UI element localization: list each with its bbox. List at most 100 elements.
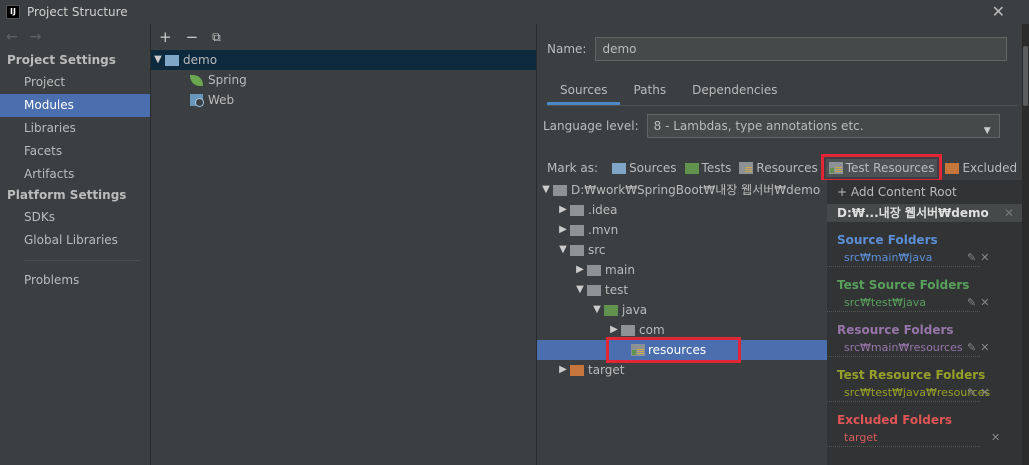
mark-sources-label: Sources <box>629 161 677 175</box>
mark-excluded-button[interactable]: Excluded <box>945 161 1017 175</box>
sidebar-item-sdks[interactable]: SDKs <box>0 206 150 229</box>
source-folder-path: src₩main₩java ✎✕ <box>827 249 989 267</box>
sidebar-item-facets[interactable]: Facets <box>0 140 150 163</box>
folder-icon <box>587 284 601 296</box>
sidebar-item-problems[interactable]: Problems <box>0 269 150 292</box>
resource-folders-title: Resource Folders <box>837 323 954 337</box>
expand-triangle-icon[interactable]: ▼ <box>573 280 587 300</box>
tree-label: .idea <box>588 203 618 217</box>
tab-dependencies[interactable]: Dependencies <box>679 80 790 105</box>
excluded-folder-icon <box>570 364 584 376</box>
excluded-folder-path: target ✕ <box>827 429 1000 447</box>
language-level-select[interactable]: 8 - Lambdas, type annotations etc. ▼ <box>646 114 1000 138</box>
window-title: Project Structure <box>27 5 128 19</box>
remove-icon[interactable]: − <box>186 28 199 46</box>
tab-sources[interactable]: Sources <box>547 80 621 105</box>
collapse-triangle-icon[interactable]: ▶ <box>556 220 570 240</box>
module-row-demo[interactable]: ▼ demo <box>151 50 536 70</box>
name-field[interactable]: demo <box>595 37 1008 61</box>
excluded-folders-title: Excluded Folders <box>837 413 953 427</box>
add-icon[interactable]: + <box>159 28 172 46</box>
folder-path-text: src₩main₩java <box>844 251 933 264</box>
forward-arrow-icon[interactable]: → <box>30 29 42 45</box>
remove-icon[interactable]: ✕ <box>980 386 993 399</box>
mark-tests-label: Tests <box>701 161 732 175</box>
test-resource-folders-title: Test Resource Folders <box>837 368 986 382</box>
tree-row-main[interactable]: ▶ main <box>537 260 827 280</box>
sidebar-item-modules[interactable]: Modules <box>0 94 150 117</box>
tree-label: target <box>588 363 625 377</box>
expand-triangle-icon[interactable]: ▼ <box>539 180 553 200</box>
tree-label: .mvn <box>588 223 619 237</box>
language-level-label: Language level: <box>543 119 639 133</box>
expand-triangle-icon[interactable]: ▼ <box>556 240 570 260</box>
edit-icon[interactable]: ✎ <box>967 296 980 309</box>
folder-path-text: src₩test₩java <box>844 296 926 309</box>
language-level-row: Language level: 8 - Lambdas, type annota… <box>543 114 1000 138</box>
title-bar: IJ Project Structure ✕ <box>0 0 1029 24</box>
facet-label: Spring <box>208 73 247 87</box>
tree-row-resources[interactable]: resources <box>537 337 827 363</box>
package-icon <box>621 324 635 336</box>
tree-label: src <box>588 243 606 257</box>
sidebar-item-libraries[interactable]: Libraries <box>0 117 150 140</box>
settings-sidebar: ← → Project Settings Project Modules Lib… <box>0 24 151 465</box>
remove-icon[interactable]: ✕ <box>980 296 993 309</box>
tree-root-label: D:₩work₩SpringBoot₩내장 웹서버₩demo <box>571 183 821 197</box>
expand-triangle-icon[interactable]: ▼ <box>590 300 604 320</box>
collapse-triangle-icon[interactable]: ▶ <box>556 200 570 220</box>
web-globe-icon <box>190 94 204 107</box>
content-tree: ▼ D:₩work₩SpringBoot₩내장 웹서버₩demo ▶ .idea… <box>537 180 827 465</box>
tree-label: main <box>605 263 635 277</box>
section-title-platform-settings: Platform Settings <box>7 188 127 202</box>
test-source-folders-title: Test Source Folders <box>837 278 970 292</box>
tree-row-test[interactable]: ▼ test <box>537 280 827 300</box>
test-resource-folder-path: src₩test₩java₩resources ✎✕ <box>827 384 990 402</box>
tree-row-mvn[interactable]: ▶ .mvn <box>537 220 827 240</box>
facet-row-spring[interactable]: Spring <box>151 70 536 90</box>
source-folder-icon <box>612 162 627 174</box>
mark-sources-button[interactable]: Sources <box>612 161 677 175</box>
tree-row-src[interactable]: ▼ src <box>537 240 827 260</box>
language-level-value: 8 - Lambdas, type annotations etc. <box>653 119 864 133</box>
tree-row-idea[interactable]: ▶ .idea <box>537 200 827 220</box>
sidebar-item-artifacts[interactable]: Artifacts <box>0 163 150 186</box>
facet-row-web[interactable]: Web <box>151 90 536 110</box>
chevron-down-icon: ▼ <box>983 126 991 136</box>
edit-icon[interactable]: ✎ <box>967 341 980 354</box>
tree-row-root[interactable]: ▼ D:₩work₩SpringBoot₩내장 웹서버₩demo <box>537 180 827 200</box>
mark-tests-button[interactable]: Tests <box>684 161 732 175</box>
mark-test-resources-button[interactable]: Test Resources <box>820 154 943 182</box>
collapse-triangle-icon[interactable]: ▶ <box>556 360 570 380</box>
remove-icon[interactable]: ✕ <box>980 251 993 264</box>
scrollbar-thumb[interactable] <box>1023 46 1028 106</box>
add-content-root-button[interactable]: + Add Content Root <box>827 180 1022 204</box>
tab-paths[interactable]: Paths <box>620 80 679 105</box>
name-label: Name: <box>547 42 587 56</box>
sidebar-item-global-libraries[interactable]: Global Libraries <box>0 229 150 252</box>
modules-toolbar: + − ⧉ <box>151 24 536 50</box>
content-roots-panel: + Add Content Root D:₩...내장 웹서버₩demo ✕ S… <box>827 180 1022 465</box>
close-icon[interactable]: ✕ <box>992 2 1005 21</box>
expand-triangle-icon[interactable]: ▼ <box>151 50 165 70</box>
mark-excluded-label: Excluded <box>962 161 1018 175</box>
mark-test-resources-label: Test Resources <box>845 161 935 175</box>
test-resources-folder-icon <box>631 344 645 356</box>
module-folder-icon <box>165 54 179 66</box>
edit-icon[interactable]: ✎ <box>967 386 980 399</box>
resources-folder-icon <box>739 162 754 174</box>
mark-resources-button[interactable]: Resources <box>739 161 818 175</box>
copy-icon[interactable]: ⧉ <box>212 30 221 45</box>
section-title-project-settings: Project Settings <box>7 53 116 67</box>
tree-row-java[interactable]: ▼ java <box>537 300 827 320</box>
remove-root-icon[interactable]: ✕ <box>1004 204 1014 222</box>
edit-icon[interactable]: ✎ <box>967 251 980 264</box>
tree-label: java <box>622 303 648 317</box>
collapse-triangle-icon[interactable]: ▶ <box>573 260 587 280</box>
remove-icon[interactable]: ✕ <box>991 431 1004 444</box>
sidebar-item-project[interactable]: Project <box>0 71 150 94</box>
mark-as-toolbar: Mark as: Sources Tests Resources Test Re… <box>547 154 1017 182</box>
back-arrow-icon[interactable]: ← <box>6 29 18 45</box>
remove-icon[interactable]: ✕ <box>980 341 993 354</box>
tree-row-target[interactable]: ▶ target <box>537 360 827 380</box>
